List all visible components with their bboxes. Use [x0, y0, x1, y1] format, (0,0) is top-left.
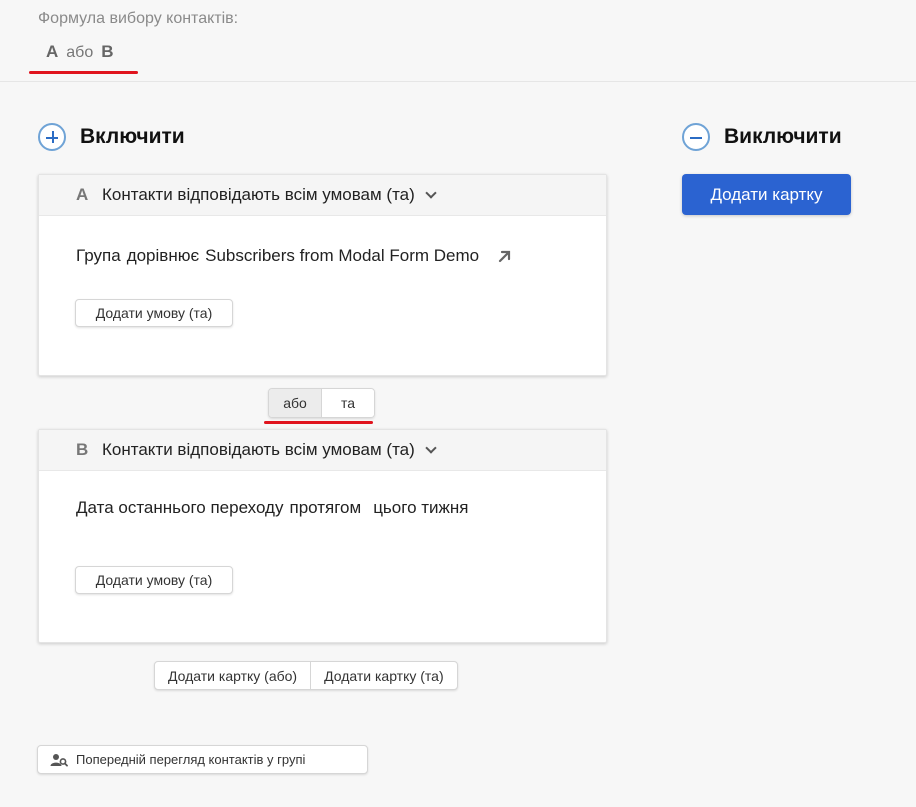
card-a-letter: A: [76, 185, 89, 204]
minus-circle-icon[interactable]: [682, 123, 710, 151]
formula-left: A: [46, 42, 59, 61]
add-condition-button[interactable]: Додати умову (та): [75, 299, 233, 327]
formula-underline: [29, 71, 138, 74]
toggle-or[interactable]: або: [269, 389, 322, 417]
condition-field: Група: [76, 246, 121, 265]
add-condition-button[interactable]: Додати умову (та): [75, 566, 233, 594]
card-b-condition[interactable]: Дата останнього переходу протягом цього …: [76, 498, 469, 518]
card-b-letter: B: [76, 440, 89, 459]
exclude-heading: Виключити: [682, 123, 842, 151]
include-heading: Включити: [38, 123, 185, 151]
formula-operator: або: [66, 44, 94, 61]
toggle-and[interactable]: та: [322, 389, 374, 417]
add-card-and-button[interactable]: Додати картку (та): [311, 662, 457, 689]
formula-right: B: [101, 42, 114, 61]
condition-operator: дорівнює: [126, 246, 200, 265]
add-card-group: Додати картку (або) Додати картку (та): [154, 661, 458, 690]
condition-value: цього тижня: [373, 498, 469, 517]
formula-expression: A або B: [46, 42, 114, 62]
condition-value: Subscribers from Modal Form Demo: [205, 246, 480, 265]
card-b-match-mode: Контакти відповідають всім умовам (та): [102, 440, 415, 459]
divider: [0, 81, 916, 82]
plus-circle-icon[interactable]: [38, 123, 66, 151]
chevron-down-icon[interactable]: [425, 187, 437, 199]
card-b: B Контакти відповідають всім умовам (та)…: [38, 429, 607, 643]
card-join-toggle[interactable]: або та: [268, 388, 375, 418]
user-search-icon: [50, 753, 68, 767]
card-a-match-mode: Контакти відповідають всім умовам (та): [102, 185, 415, 204]
preview-contacts-button[interactable]: Попередній перегляд контактів у групі: [37, 745, 368, 774]
add-card-or-button[interactable]: Додати картку (або): [155, 662, 312, 689]
include-title: Включити: [80, 125, 185, 148]
formula-label: Формула вибору контактів:: [38, 10, 239, 27]
preview-label: Попередній перегляд контактів у групі: [76, 752, 306, 767]
chevron-down-icon[interactable]: [425, 442, 437, 454]
exclude-title: Виключити: [724, 125, 842, 148]
condition-field: Дата останнього переходу: [76, 498, 284, 517]
card-a: A Контакти відповідають всім умовам (та)…: [38, 174, 607, 376]
card-a-condition[interactable]: Група дорівнює Subscribers from Modal Fo…: [76, 246, 513, 266]
toggle-underline: [264, 421, 373, 424]
exclude-add-card-button[interactable]: Додати картку: [682, 174, 851, 215]
external-link-arrow-icon[interactable]: [497, 248, 513, 264]
card-b-header[interactable]: B Контакти відповідають всім умовам (та): [39, 430, 606, 471]
card-a-header[interactable]: A Контакти відповідають всім умовам (та): [39, 175, 606, 216]
condition-operator: протягом: [289, 498, 362, 517]
